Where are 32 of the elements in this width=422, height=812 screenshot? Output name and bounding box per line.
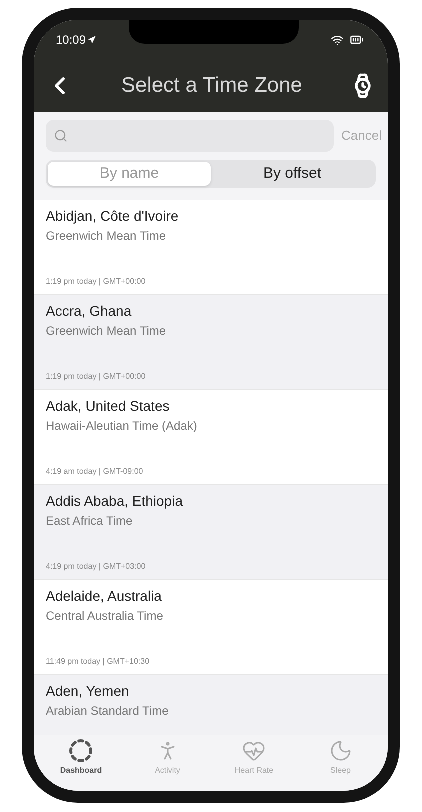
search-icon [54, 129, 68, 143]
segment-tab[interactable]: By offset [211, 162, 374, 186]
time-zone-row[interactable]: Adak, United States Hawaii-Aleutian Time (Adak) 4:19 am today | GMT-09:00 [34, 390, 388, 485]
zone-name: Central Australia Time [46, 608, 164, 625]
heart-pulse-icon [242, 739, 266, 763]
local-time: 4:19 am today | GMT-09:00 [46, 466, 144, 478]
zone-name: Arabian Standard Time [46, 703, 170, 720]
battery-icon [348, 33, 366, 47]
local-time: 1:19 pm today | GMT+00:00 [46, 276, 147, 288]
local-time: 4:19 pm today | GMT+03:00 [46, 561, 147, 573]
local-time: 11:49 pm today | GMT+10:30 [46, 656, 151, 668]
ring-icon [69, 739, 94, 763]
zone-name: Hawaii-Aleutian Time (Adak) [46, 418, 198, 435]
wifi-icon [331, 34, 344, 46]
zone-name: Greenwich Mean Time [46, 228, 168, 245]
city-name: Aden, Yemen [46, 682, 130, 701]
moon-icon [328, 739, 353, 763]
screen-title: Select a Time Zone [120, 73, 304, 100]
status-time: 10:09 [56, 32, 86, 49]
city-name: Accra, Ghana [46, 302, 133, 321]
city-name: Abidjan, Côte d'Ivoire [46, 207, 180, 226]
time-zone-row[interactable]: Abidjan, Côte d'Ivoire Greenwich Mean Time 1:19 pm today | GMT+00:00 [34, 200, 388, 295]
tab-bar-item[interactable]: Dashboard [41, 739, 122, 777]
city-name: Adelaide, Australia [46, 587, 163, 606]
city-name: Addis Ababa, Ethiopia [46, 492, 184, 511]
city-name: Adak, United States [46, 397, 171, 416]
zone-name: Greenwich Mean Time [46, 323, 168, 340]
search-field[interactable] [46, 120, 334, 152]
local-time: 1:19 pm today | GMT+00:00 [46, 371, 147, 383]
location-icon [88, 36, 96, 44]
zone-name: East Africa Time [46, 513, 134, 530]
time-zone-row[interactable]: Adelaide, Australia Central Australia Time 11:49 pm today | GMT+10:30 [34, 580, 388, 675]
